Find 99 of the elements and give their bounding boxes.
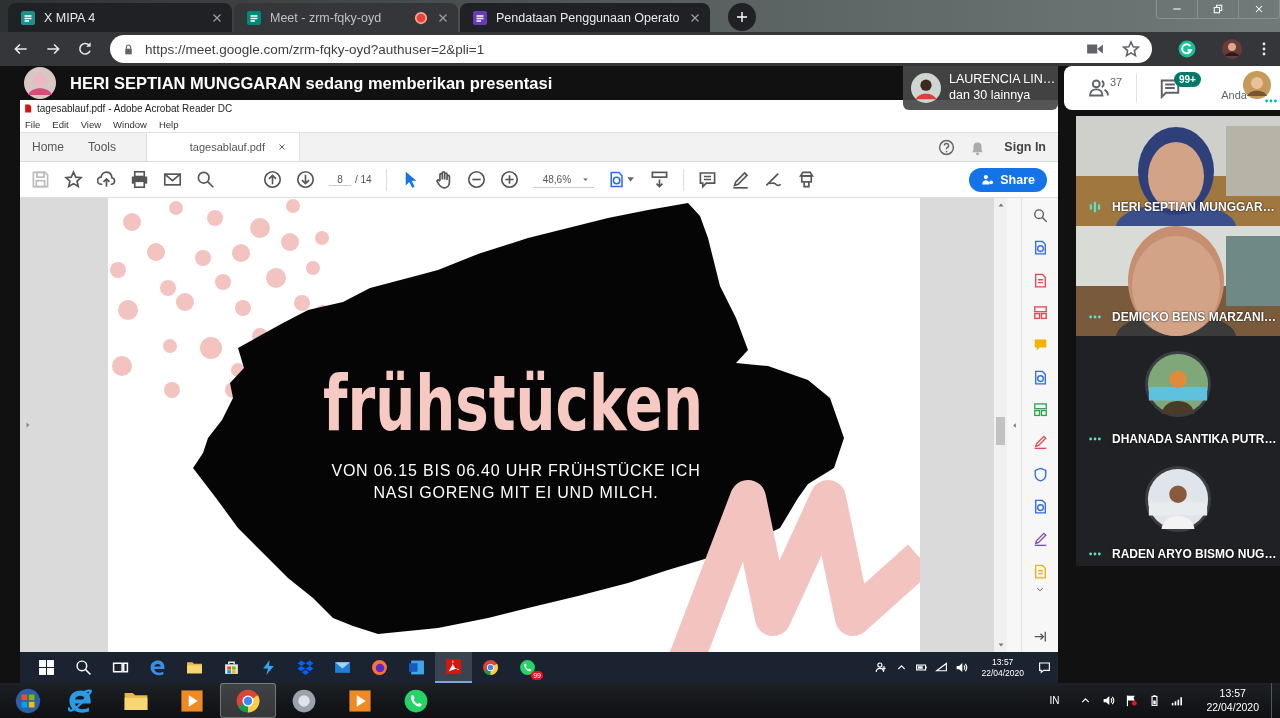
menu-item[interactable]: File — [25, 118, 41, 130]
avatar — [24, 67, 56, 99]
avatar[interactable] — [1222, 39, 1242, 59]
presenter-message: HERI SEPTIAN MUNGGARAN sedang memberikan presentasi — [70, 73, 553, 93]
pdf-app-icon — [445, 658, 462, 675]
lock-icon — [122, 42, 135, 56]
menu-item[interactable]: View — [80, 118, 102, 130]
windows-logo-icon — [38, 659, 55, 676]
board-icon — [20, 9, 36, 26]
upload-icon[interactable] — [97, 170, 116, 189]
window-title: tagesablauf.pdf - Adobe Acrobat Reader DC — [37, 102, 233, 114]
menu-item[interactable]: Edit — [52, 118, 69, 130]
tab[interactable]: Home — [20, 133, 76, 161]
scroll-up-icon[interactable] — [996, 201, 1005, 209]
search-icon — [75, 659, 92, 676]
avatar — [911, 73, 941, 103]
language-indicator[interactable]: IN — [1049, 695, 1060, 706]
next-page-icon[interactable] — [296, 170, 315, 189]
new-tab-button[interactable] — [727, 3, 756, 31]
wifi-icon[interactable] — [935, 661, 949, 674]
folder-icon — [186, 659, 203, 676]
flag-icon[interactable] — [1125, 694, 1139, 707]
scrollbar-thumb[interactable] — [996, 417, 1006, 445]
help-icon[interactable] — [938, 138, 956, 156]
page-count: / 14 — [355, 174, 372, 185]
grid-icon[interactable] — [1031, 305, 1049, 321]
browser-tab[interactable]: Meet - zrm-fqky-oyd — [234, 3, 458, 32]
start-button-icon — [15, 687, 41, 714]
tab[interactable]: Tools — [76, 133, 129, 161]
grid-icon[interactable] — [1031, 401, 1049, 418]
page-field[interactable]: 8 — [329, 173, 351, 186]
clock[interactable]: 13:57 22/04/2020 — [1206, 687, 1259, 714]
print-icon[interactable] — [130, 170, 149, 189]
participant-name: RADEN ARYO BISMO NUG… — [1112, 546, 1277, 561]
zoom-in-icon[interactable] — [499, 170, 519, 189]
collapse-pane-icon[interactable] — [1010, 421, 1018, 429]
notification-detail: dan 30 lainnya — [949, 88, 1032, 104]
address-field[interactable]: https://meet.google.com/zrm-fqky-oyd?authuser=2&pli=1 — [110, 35, 1152, 63]
browser-tab[interactable]: Pendataan Penggunaan Operato — [460, 3, 710, 32]
box-icon — [297, 659, 314, 676]
browser-icon — [235, 687, 261, 714]
stamp-icon[interactable] — [797, 170, 817, 189]
browser-icon — [371, 659, 388, 676]
chat-badge: 99+ — [1174, 72, 1201, 87]
document-app-icon — [408, 659, 425, 676]
close-icon[interactable] — [277, 142, 288, 152]
participant-name: DEMICKO BENS MARZANI… — [1112, 310, 1276, 324]
document-text: NASI GORENG MIT EI UND MILCH. — [373, 484, 659, 501]
search-icon[interactable] — [196, 170, 215, 189]
participant-count: 37 — [1110, 76, 1123, 88]
tab[interactable]: tagesablauf.pdf — [146, 133, 301, 161]
people-icon[interactable] — [875, 661, 889, 674]
clock[interactable]: 13:57 22/04/2020 — [981, 656, 1024, 679]
browser-icon — [149, 659, 166, 676]
reload-icon[interactable] — [76, 40, 94, 58]
chat-app-icon — [403, 687, 429, 714]
people-icon[interactable] — [1088, 77, 1110, 99]
star-icon[interactable] — [64, 170, 83, 189]
scroll-down-icon[interactable] — [996, 641, 1005, 649]
browser-icon — [482, 659, 499, 676]
battery-icon[interactable] — [915, 661, 929, 674]
menu-item[interactable]: Help — [158, 118, 179, 130]
signal-icon[interactable] — [1171, 694, 1185, 707]
self-label: Anda — [1221, 89, 1247, 101]
share-icon — [981, 173, 995, 186]
export-icon[interactable] — [608, 170, 637, 189]
participant-name: HERI SEPTIAN MUNGGAR… — [1112, 200, 1275, 214]
sign-in-link[interactable]: Sign In — [1004, 140, 1046, 154]
volume-icon[interactable] — [955, 661, 969, 674]
zoom-out-icon[interactable] — [466, 170, 486, 189]
video-icon — [246, 9, 262, 26]
extension-icon[interactable] — [1178, 40, 1196, 58]
mail-icon[interactable] — [163, 170, 182, 189]
speaker-icon — [291, 687, 317, 714]
document-text: VON 06.15 BIS 06.40 UHR FRÜHSTÜCKE ICH — [331, 462, 701, 479]
hand-icon[interactable] — [433, 170, 453, 189]
notification-name: LAURENCIA LIN… — [949, 72, 1056, 88]
browser-tab[interactable]: X MIPA 4 — [8, 3, 232, 32]
menu-item[interactable]: Window — [113, 118, 147, 130]
notification-icon[interactable] — [1038, 661, 1051, 674]
zoom-icon[interactable] — [1031, 208, 1049, 224]
pen-icon[interactable] — [731, 170, 751, 189]
signature-icon[interactable] — [764, 170, 784, 189]
mail-icon — [334, 659, 351, 676]
list-icon — [472, 9, 488, 26]
document-heading: frühstücken — [322, 359, 837, 448]
comment-icon[interactable] — [698, 170, 718, 189]
star-icon[interactable] — [1122, 40, 1140, 58]
zoom-dropdown[interactable]: 48,6% — [532, 171, 595, 188]
browser-icon — [67, 687, 93, 714]
previous-page-icon[interactable] — [263, 170, 282, 189]
participant-name: DHANADA SANTIKA PUTR… — [1112, 431, 1277, 446]
scan-icon[interactable] — [650, 170, 670, 189]
media-player-icon — [179, 687, 205, 714]
shopping-bag-icon — [223, 659, 240, 676]
pdf-icon — [23, 102, 33, 114]
share-button[interactable]: Share — [969, 167, 1047, 192]
volume-icon[interactable] — [1102, 694, 1116, 707]
media-player-icon — [347, 687, 373, 714]
